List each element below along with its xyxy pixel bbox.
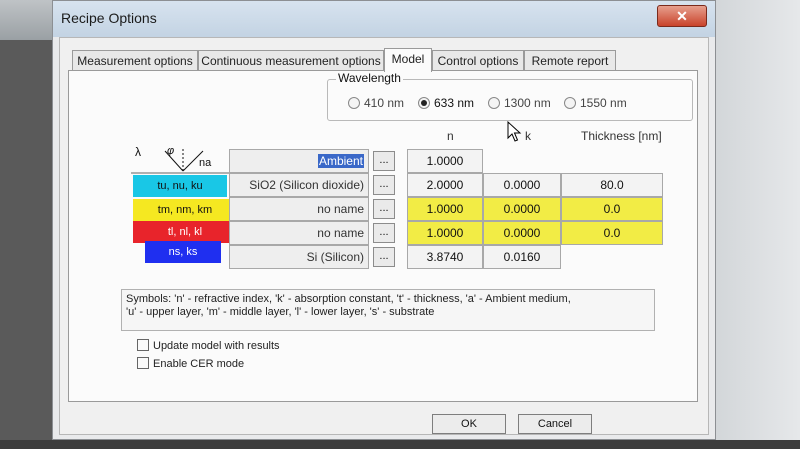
cancel-button[interactable]: Cancel — [518, 414, 592, 434]
tab-control-options[interactable]: Control options — [432, 50, 524, 70]
dialog-client-area: Measurement options Continuous measureme… — [59, 37, 709, 435]
window-title: Recipe Options — [61, 10, 157, 26]
column-header-n: n — [447, 129, 454, 143]
layer-name-upper[interactable]: SiO2 (Silicon dioxide) — [229, 173, 369, 197]
radio-label: 633 nm — [434, 96, 475, 110]
wavelength-group: Wavelength 410 nm 633 nm 1300 nm 1550 nm — [327, 71, 693, 121]
layer-upper: tu, nu, ku — [133, 175, 227, 197]
column-header-thickness: Thickness [nm] — [581, 129, 662, 143]
k-field-lower[interactable]: 0.0000 — [483, 221, 561, 245]
desktop-background-bottom — [0, 440, 800, 449]
ok-button[interactable]: OK — [432, 414, 506, 434]
n-field-middle[interactable]: 1.0000 — [407, 197, 483, 221]
model-panel: Wavelength 410 nm 633 nm 1300 nm 1550 nm… — [68, 70, 698, 402]
radio-selected-icon — [418, 97, 430, 109]
n-field-substrate[interactable]: 3.8740 — [407, 245, 483, 269]
checkbox-icon — [137, 339, 149, 351]
selected-text: Ambient — [317, 154, 364, 168]
phi-symbol: φ — [167, 145, 175, 157]
browse-material-button-lower[interactable]: ... — [373, 223, 395, 243]
mouse-cursor-icon — [507, 121, 522, 142]
thickness-field-lower[interactable]: 0.0 — [561, 221, 663, 245]
k-field-upper[interactable]: 0.0000 — [483, 173, 561, 197]
browse-material-button-ambient[interactable]: ... — [373, 151, 395, 171]
column-header-k: k — [525, 129, 531, 143]
layer-lower: tl, nl, kl — [133, 221, 237, 243]
symbols-line-1: Symbols: 'n' - refractive index, 'k' - a… — [126, 293, 571, 305]
layer-lower-label: tl, nl, kl — [167, 226, 203, 238]
n-field-lower[interactable]: 1.0000 — [407, 221, 483, 245]
radio-label: 1300 nm — [504, 96, 551, 110]
ambient-index-label: na — [199, 157, 212, 169]
wavelength-legend: Wavelength — [336, 71, 403, 85]
layer-name-middle[interactable]: no name — [229, 197, 369, 221]
layer-name-substrate[interactable]: Si (Silicon) — [229, 245, 369, 269]
close-button[interactable]: ✕ — [657, 5, 707, 27]
thickness-field-upper[interactable]: 80.0 — [561, 173, 663, 197]
browse-material-button-upper[interactable]: ... — [373, 175, 395, 195]
layer-substrate-label: ns, ks — [168, 246, 198, 258]
layer-name-lower[interactable]: no name — [229, 221, 369, 245]
tab-model[interactable]: Model — [384, 48, 432, 72]
radio-1300nm[interactable]: 1300 nm — [488, 96, 551, 110]
n-field-ambient[interactable]: 1.0000 — [407, 149, 483, 173]
lambda-symbol: λ — [135, 145, 141, 159]
browse-material-button-middle[interactable]: ... — [373, 199, 395, 219]
tab-measurement-options[interactable]: Measurement options — [72, 50, 198, 70]
checkbox-label: Enable CER mode — [153, 358, 245, 370]
layer-substrate: ns, ks — [145, 241, 221, 263]
radio-icon — [488, 97, 500, 109]
layer-middle-label: tm, nm, km — [157, 204, 213, 216]
checkbox-icon — [137, 357, 149, 369]
update-model-checkbox[interactable]: Update model with results — [137, 339, 280, 352]
layer-upper-label: tu, nu, ku — [157, 180, 203, 192]
tab-remote-report[interactable]: Remote report — [524, 50, 616, 70]
radio-icon — [348, 97, 360, 109]
radio-label: 410 nm — [364, 96, 405, 110]
enable-cer-checkbox[interactable]: Enable CER mode — [137, 357, 244, 370]
radio-icon — [564, 97, 576, 109]
radio-633nm[interactable]: 633 nm — [418, 96, 474, 110]
recipe-options-dialog: Recipe Options ✕ Measurement options Con… — [52, 0, 716, 440]
symbols-line-2: 'u' - upper layer, 'm' - middle layer, '… — [126, 306, 435, 318]
n-field-upper[interactable]: 2.0000 — [407, 173, 483, 197]
title-bar[interactable]: Recipe Options ✕ — [53, 1, 715, 37]
layer-name-ambient[interactable]: Ambient — [229, 149, 369, 173]
browse-material-button-substrate[interactable]: ... — [373, 247, 395, 267]
radio-1550nm[interactable]: 1550 nm — [564, 96, 627, 110]
radio-label: 1550 nm — [580, 96, 627, 110]
checkbox-label: Update model with results — [153, 340, 280, 352]
thickness-field-middle[interactable]: 0.0 — [561, 197, 663, 221]
radio-410nm[interactable]: 410 nm — [348, 96, 404, 110]
tab-continuous-measurement-options[interactable]: Continuous measurement options — [198, 50, 384, 70]
close-icon: ✕ — [676, 8, 688, 24]
symbols-legend: Symbols: 'n' - refractive index, 'k' - a… — [121, 289, 655, 331]
layer-middle: tm, nm, km — [133, 199, 237, 221]
k-field-substrate[interactable]: 0.0160 — [483, 245, 561, 269]
k-field-middle[interactable]: 0.0000 — [483, 197, 561, 221]
